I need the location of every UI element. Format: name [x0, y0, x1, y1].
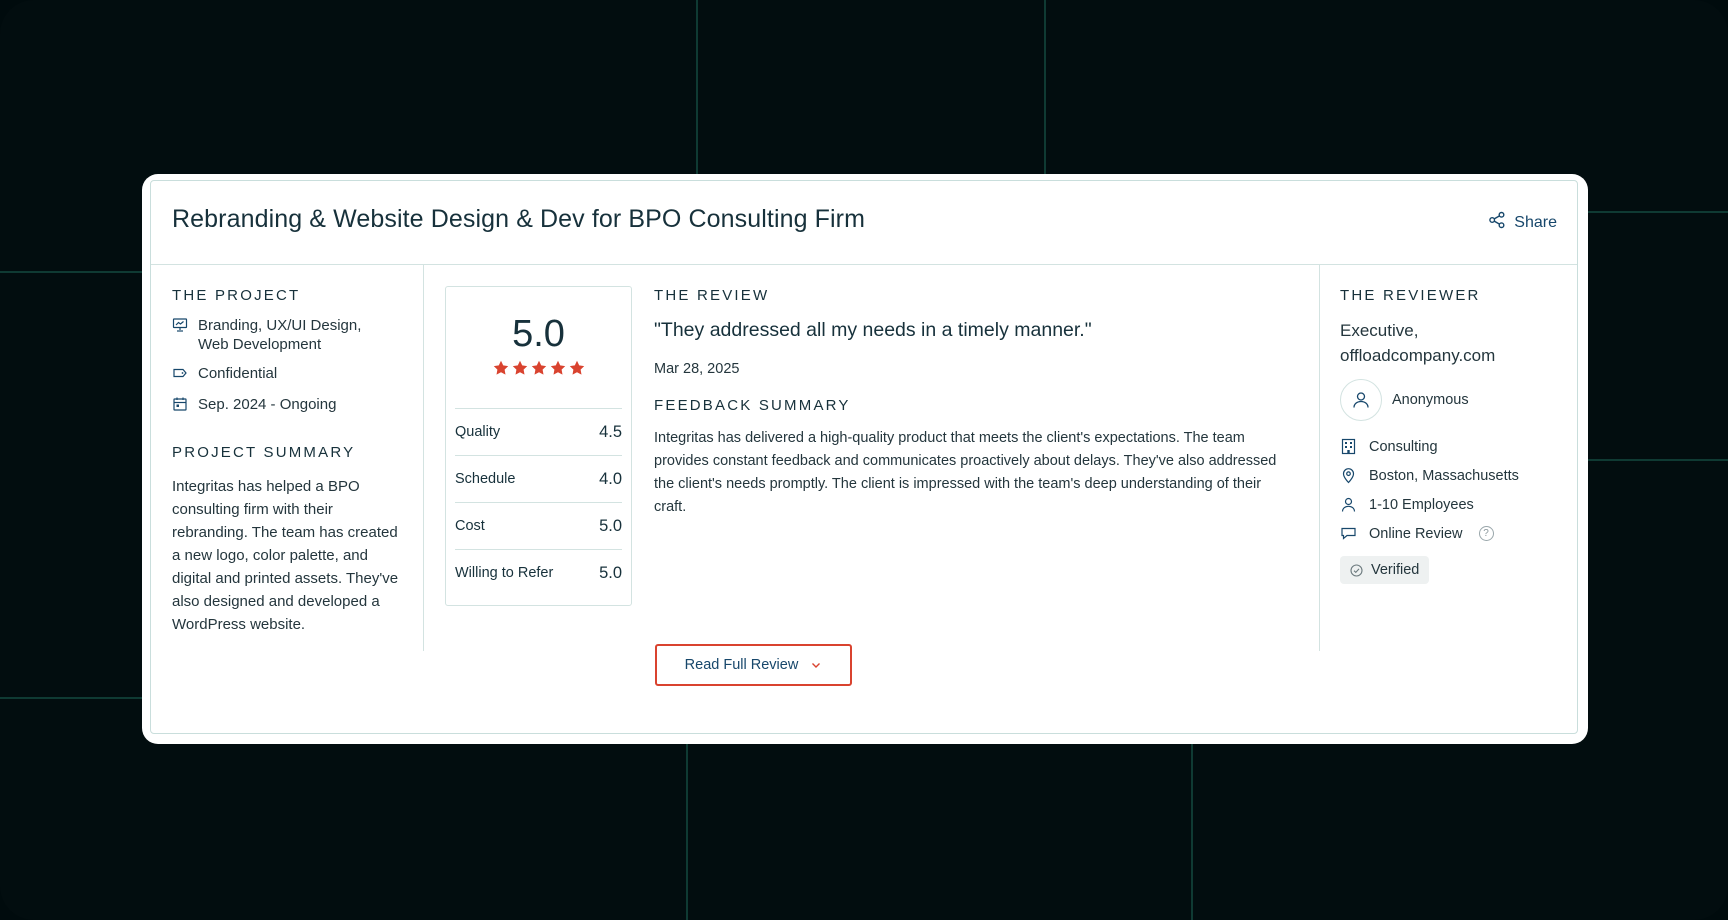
share-label: Share: [1514, 213, 1557, 231]
star-icon: [512, 360, 527, 375]
card-header: Rebranding & Website Design & Dev for BP…: [151, 181, 1577, 265]
rating-label: Willing to Refer: [455, 565, 554, 581]
user-icon: [1340, 496, 1357, 513]
rating-label: Schedule: [455, 471, 516, 487]
review-card: Rebranding & Website Design & Dev for BP…: [150, 180, 1578, 734]
location-pin-icon: [1340, 467, 1357, 484]
rating-value: 5.0: [599, 516, 622, 535]
grid-line: [1044, 0, 1046, 174]
verified-text: Verified: [1371, 562, 1420, 578]
project-section-label: THE PROJECT: [172, 287, 301, 304]
feedback-summary-text: Integritas has delivered a high-quality …: [654, 430, 1277, 515]
reviewer-location: Boston, Massachusetts: [1340, 467, 1565, 484]
rating-label: Cost: [455, 518, 485, 534]
star-icon: [569, 360, 584, 375]
review-type-text: Online Review: [1369, 525, 1463, 542]
rating-row-quality: Quality 4.5: [455, 408, 622, 455]
ratings-box: 5.0 Quality 4.5 Schedule 4.0 Cost 5.0 Wi…: [445, 286, 632, 606]
budget-text: Confidential: [198, 365, 278, 382]
read-full-review-label: Read Full Review: [684, 657, 799, 673]
reviewer-industry: Consulting: [1340, 438, 1565, 455]
reviewer-role-line-2: offloadcompany.com: [1340, 346, 1496, 365]
grid-line: [0, 697, 142, 699]
grid-line: [686, 744, 688, 920]
project-summary-label: PROJECT SUMMARY: [172, 444, 356, 461]
review-column: 5.0 Quality 4.5 Schedule 4.0 Cost 5.0 Wi…: [424, 265, 1319, 651]
star-icon: [493, 360, 508, 375]
reviewer-section-label: THE REVIEWER: [1340, 287, 1481, 304]
share-icon: [1488, 211, 1506, 234]
review-section-label: THE REVIEW: [654, 287, 770, 304]
industry-text: Consulting: [1369, 438, 1438, 455]
rating-value: 4.0: [599, 469, 622, 488]
feedback-summary-label: FEEDBACK SUMMARY: [654, 397, 851, 414]
review-date: Mar 28, 2025: [654, 361, 740, 377]
chevron-down-icon: [812, 663, 821, 668]
reviewer-company-size: 1-10 Employees: [1340, 496, 1565, 513]
read-full-review-button[interactable]: Read Full Review: [655, 644, 852, 686]
location-text: Boston, Massachusetts: [1369, 467, 1519, 484]
review-card-container: Rebranding & Website Design & Dev for BP…: [142, 174, 1588, 744]
review-quote: "They addressed all my needs in a timely…: [654, 319, 1092, 341]
timeline-text: Sep. 2024 - Ongoing: [198, 396, 337, 413]
services-line-1: Branding, UX/UI Design,: [198, 317, 362, 334]
rating-row-cost: Cost 5.0: [455, 502, 622, 549]
services-line-2: Web Development: [198, 336, 322, 353]
project-summary-text: Integritas has helped a BPO consulting f…: [172, 478, 399, 633]
avatar: [1340, 379, 1382, 421]
grid-line: [0, 271, 142, 273]
rating-row-willing-to-refer: Willing to Refer 5.0: [455, 549, 622, 596]
rating-breakdown: Quality 4.5 Schedule 4.0 Cost 5.0 Willin…: [455, 408, 622, 596]
review-title: Rebranding & Website Design & Dev for BP…: [172, 205, 866, 233]
rating-value: 4.5: [599, 422, 622, 441]
overall-score: 5.0: [512, 313, 565, 355]
company-size-text: 1-10 Employees: [1369, 496, 1474, 513]
grid-line: [1588, 211, 1728, 213]
reviewer-role: Executive, offloadcompany.com: [1340, 318, 1565, 368]
star-icon: [531, 360, 546, 375]
building-icon: [1340, 438, 1357, 455]
project-timeline: Sep. 2024 - Ongoing: [172, 395, 407, 414]
chat-bubble-icon: [1340, 525, 1357, 542]
check-circle-icon: [1350, 563, 1363, 577]
project-column: THE PROJECT Branding, UX/UI Design, Web …: [151, 265, 424, 651]
rating-label: Quality: [455, 424, 501, 440]
reviewer-identity: Anonymous: [1340, 379, 1565, 421]
calendar-icon: [172, 396, 188, 412]
reviewer-review-type: Online Review ?: [1340, 525, 1565, 542]
star-rating: [446, 360, 631, 376]
project-budget: Confidential: [172, 364, 407, 383]
help-icon[interactable]: ?: [1478, 526, 1494, 541]
verified-badge: Verified: [1340, 556, 1430, 584]
grid-line: [696, 0, 698, 174]
share-button[interactable]: Share: [1488, 211, 1557, 234]
tag-icon: [172, 365, 188, 381]
grid-line: [1588, 459, 1728, 461]
reviewer-column: THE REVIEWER Executive, offloadcompany.c…: [1319, 265, 1578, 651]
reviewer-role-line-1: Executive,: [1340, 321, 1419, 340]
review-content: THE REVIEW "They addressed all my needs …: [654, 287, 1294, 519]
rating-row-schedule: Schedule 4.0: [455, 455, 622, 502]
user-icon: [1353, 392, 1369, 408]
rating-value: 5.0: [599, 563, 622, 582]
reviewer-name: Anonymous: [1392, 392, 1469, 408]
star-icon: [550, 360, 565, 375]
project-services: Branding, UX/UI Design, Web Development: [172, 316, 407, 354]
grid-line: [1191, 744, 1193, 920]
presentation-icon: [172, 317, 188, 333]
